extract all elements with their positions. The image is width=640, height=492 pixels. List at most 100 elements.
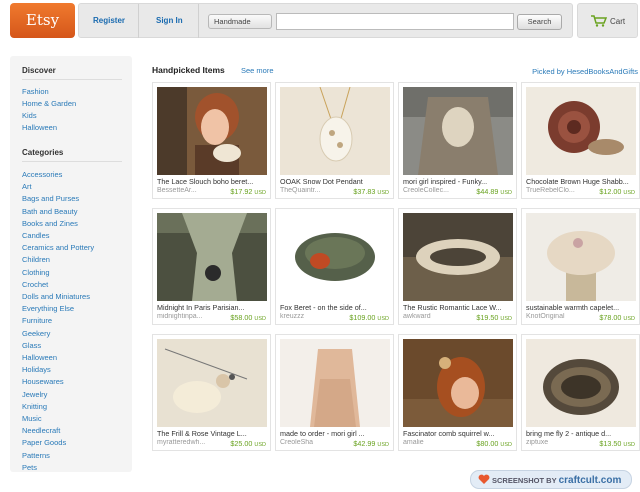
sidebar-item-category[interactable]: Knitting [22,402,47,411]
sidebar-item-halloween[interactable]: Halloween [22,123,57,132]
sidebar-item-category[interactable]: Bath and Beauty [22,207,77,216]
item-card[interactable]: Chocolate Brown Huge Shabb... TrueRebelCl… [521,82,640,199]
item-title[interactable]: made to order - mori girl ... [280,429,390,438]
item-card[interactable]: bring me fly 2 - antique d... ziptuxe $13.… [521,334,640,451]
item-card[interactable]: Fox Beret - on the side of... kreuzzz $109… [275,208,394,325]
item-card[interactable]: sustainable warmth capelet... KnotOrigina… [521,208,640,325]
item-shop[interactable]: CreoleCollec... [403,187,465,194]
search-input[interactable] [276,13,514,30]
item-title[interactable]: The Lace Slouch boho beret... [157,177,267,186]
item-shop[interactable]: awkward [403,313,465,320]
sidebar-item-category[interactable]: Art [22,182,32,191]
item-image[interactable] [526,213,636,301]
item-shop[interactable]: midnightinpa... [157,313,219,320]
sidebar-item-category[interactable]: Patterns [22,451,50,460]
sign-in-link[interactable]: Sign In [156,16,183,25]
item-shop[interactable]: CreoleSha [280,439,342,446]
price-currency: USD [500,190,512,196]
item-image[interactable] [526,339,636,427]
item-title[interactable]: The Rustic Romantic Lace W... [403,303,513,312]
item-card[interactable]: mori girl inspired - Funky... CreoleColle… [398,82,517,199]
price-currency: USD [623,442,635,448]
search-button[interactable]: Search [517,14,562,30]
item-image[interactable] [280,213,390,301]
search-category-select[interactable]: Handmade [208,14,272,29]
item-shop[interactable]: BessetteAr... [157,187,219,194]
sidebar-item-category[interactable]: Paper Goods [22,438,66,447]
sidebar-item-category[interactable]: Pets [22,463,37,472]
item-title[interactable]: Midnight In Paris Parisian... [157,303,267,312]
sidebar-item-category[interactable]: Dolls and Miniatures [22,292,90,301]
picked-by-link[interactable]: Picked by HesedBooksAndGifts [532,67,638,76]
item-card[interactable]: made to order - mori girl ... CreoleSha $4… [275,334,394,451]
item-image[interactable] [403,87,513,175]
item-shop[interactable]: KnotOriginal [526,313,588,320]
item-image[interactable] [157,87,267,175]
price-value: $13.50 [599,439,622,448]
sidebar-item-home-garden[interactable]: Home & Garden [22,99,76,108]
sidebar-item-category[interactable]: Candles [22,231,50,240]
cart-label: Cart [610,17,626,26]
cart-button[interactable]: Cart [577,3,638,38]
item-title[interactable]: OOAK Snow Dot Pendant [280,177,390,186]
item-card[interactable]: The Lace Slouch boho beret... BessetteAr.… [152,82,271,199]
item-shop[interactable]: amalie [403,439,465,446]
item-title[interactable]: sustainable warmth capelet... [526,303,636,312]
item-title[interactable]: Fascinator comb squirrel w... [403,429,513,438]
sidebar-item-category[interactable]: Housewares [22,377,64,386]
watermark-prefix: SCREENSHOT BY [492,476,557,485]
etsy-logo[interactable]: Etsy [10,3,75,38]
see-more-link[interactable]: See more [241,66,274,75]
sidebar-item-category[interactable]: Glass [22,341,41,350]
header: Etsy Register Sign In Handmade Search Ca… [0,0,640,44]
sidebar-item-category[interactable]: Furniture [22,316,52,325]
sidebar-item-category[interactable]: Crochet [22,280,48,289]
sidebar-item-category[interactable]: Ceramics and Pottery [22,243,94,252]
item-title[interactable]: mori girl inspired - Funky... [403,177,513,186]
sidebar-item-category[interactable]: Halloween [22,353,57,362]
item-shop[interactable]: TrueRebelClo... [526,187,588,194]
sidebar-item-category[interactable]: Children [22,255,50,264]
item-card[interactable]: Fascinator comb squirrel w... amalie $80.0… [398,334,517,451]
item-title[interactable]: The Frill & Rose Vintage L... [157,429,267,438]
sidebar-item-category[interactable]: Everything Else [22,304,74,313]
cart-icon [591,15,608,29]
sidebar-item-category[interactable]: Accessories [22,170,62,179]
item-image[interactable] [157,213,267,301]
item-price: $13.50 USD [599,439,635,448]
item-shop[interactable]: myratteredwh... [157,439,219,446]
item-image[interactable] [157,339,267,427]
item-image[interactable] [280,339,390,427]
item-card[interactable]: The Rustic Romantic Lace W... awkward $19.… [398,208,517,325]
item-title[interactable]: Chocolate Brown Huge Shabb... [526,177,636,186]
sidebar-item-category[interactable]: Geekery [22,329,50,338]
item-card[interactable]: OOAK Snow Dot Pendant TheQuaintr... $37.83… [275,82,394,199]
price-currency: USD [500,442,512,448]
item-image[interactable] [403,213,513,301]
item-title[interactable]: Fox Beret - on the side of... [280,303,390,312]
sidebar-item-category[interactable]: Bags and Purses [22,194,79,203]
item-shop[interactable]: kreuzzz [280,313,342,320]
item-image[interactable] [526,87,636,175]
sidebar-item-category[interactable]: Books and Zines [22,219,78,228]
register-link[interactable]: Register [93,16,125,25]
item-image[interactable] [280,87,390,175]
sidebar-item-category[interactable]: Jewelry [22,390,47,399]
sidebar-item-category[interactable]: Clothing [22,268,50,277]
item-price: $44.89 USD [476,187,512,196]
sidebar-item-category[interactable]: Holidays [22,365,51,374]
item-card[interactable]: Midnight In Paris Parisian... midnightinp… [152,208,271,325]
nav-divider [198,4,199,38]
item-shop[interactable]: ziptuxe [526,439,588,446]
item-price: $80.00 USD [476,439,512,448]
sidebar-item-category[interactable]: Needlecraft [22,426,60,435]
sidebar-item-kids[interactable]: Kids [22,111,37,120]
item-shop[interactable]: TheQuaintr... [280,187,342,194]
sidebar-item-fashion[interactable]: Fashion [22,87,49,96]
item-price: $25.00 USD [230,439,266,448]
item-title[interactable]: bring me fly 2 - antique d... [526,429,636,438]
item-card[interactable]: The Frill & Rose Vintage L... myratteredw… [152,334,271,451]
item-image[interactable] [403,339,513,427]
price-currency: USD [254,442,266,448]
sidebar-item-category[interactable]: Music [22,414,42,423]
